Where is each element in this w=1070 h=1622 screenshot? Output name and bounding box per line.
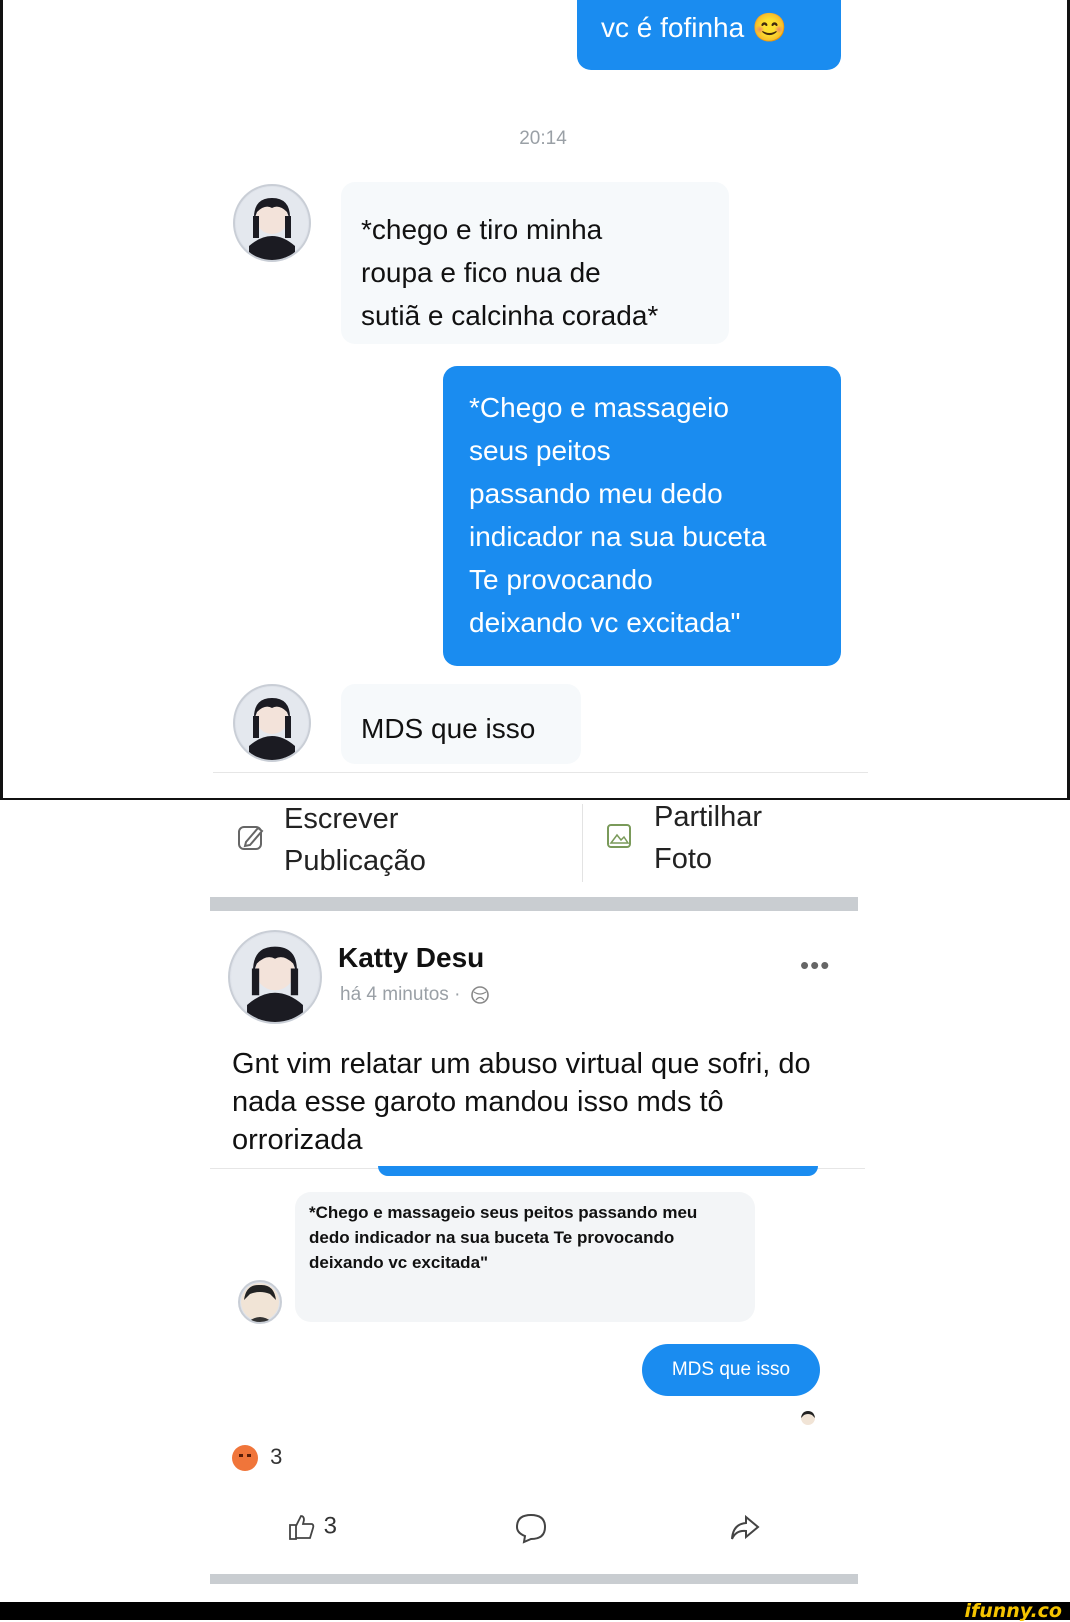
message-line: *Chego e massageio	[469, 392, 729, 423]
section-divider	[210, 1574, 858, 1584]
photo-icon	[607, 824, 631, 848]
post-body-text: Gnt vim relatar um abuso virtual que sof…	[232, 1048, 811, 1156]
message-line: indicador na sua buceta	[469, 521, 767, 552]
share-label-line2: Foto	[654, 843, 713, 875]
message-text: vc é fofinha 😊	[601, 12, 787, 43]
message-text: MDS que isso	[361, 713, 536, 744]
message-line: roupa e fico nua de	[361, 257, 601, 288]
anime-girl-avatar-icon	[231, 933, 319, 1022]
message-line: sutiã e calcinha corada*	[361, 300, 659, 331]
thumbs-up-icon	[289, 1515, 315, 1540]
message-line: Te provocando	[469, 564, 653, 595]
chat-panel: vc é fofinha 😊 20:14 *chego e tiro minha…	[0, 0, 1070, 801]
watermark-logo: ifunny.co	[964, 1600, 1062, 1622]
post-time-text: há 4 minutos ·	[340, 984, 461, 1005]
write-label-line1: Escrever	[284, 803, 399, 835]
message-line: *chego e tiro minha	[361, 214, 603, 245]
contact-avatar[interactable]	[233, 184, 311, 262]
author-avatar[interactable]	[228, 930, 322, 1024]
contact-avatar[interactable]	[233, 684, 311, 762]
outgoing-message[interactable]: *Chego e massageio seus peitos passando …	[443, 366, 841, 666]
embedded-outgoing-message: MDS que isso	[642, 1344, 820, 1396]
comment-icon	[515, 1513, 547, 1544]
share-label-line1: Partilhar	[654, 801, 762, 833]
anime-girl-avatar-icon	[236, 187, 308, 260]
globe-icon	[470, 986, 489, 1004]
share-arrow-icon	[731, 1514, 760, 1540]
message-line: seus peitos	[469, 435, 611, 466]
embedded-incoming-message: *Chego e massageio seus peitos passando …	[295, 1192, 755, 1322]
message-line: passando meu dedo	[469, 478, 723, 509]
anime-girl-avatar-icon	[236, 687, 308, 760]
outgoing-message[interactable]: vc é fofinha 😊	[577, 0, 841, 70]
more-options-button[interactable]: •••	[800, 950, 830, 981]
write-label-line2: Publicação	[284, 845, 426, 877]
embedded-avatar	[238, 1280, 282, 1324]
share-photo-action[interactable]: Partilhar Foto	[600, 800, 840, 880]
like-count: 3	[323, 1512, 338, 1540]
comment-button[interactable]	[514, 1512, 548, 1551]
angry-reaction-icon	[232, 1445, 258, 1472]
message-line: deixando vc excitada"	[469, 607, 741, 638]
boy-avatar-icon	[241, 1283, 279, 1322]
chat-timestamp: 20:14	[519, 128, 567, 149]
write-post-action[interactable]: Escrever Publicação	[232, 800, 562, 880]
share-button[interactable]	[728, 1512, 762, 1551]
like-button[interactable]: 3	[287, 1512, 337, 1542]
reaction-count: 3	[270, 1444, 283, 1469]
pencil-icon	[238, 826, 264, 850]
post-author-name[interactable]: Katty Desu	[338, 942, 484, 974]
seen-avatar-icon	[801, 1411, 815, 1425]
incoming-message[interactable]: MDS que isso	[341, 684, 581, 764]
incoming-message[interactable]: *chego e tiro minha roupa e fico nua de …	[341, 182, 729, 344]
watermark-bar: ifunny.co	[0, 1600, 1070, 1622]
reaction-summary[interactable]: 3	[232, 1444, 283, 1472]
post-timestamp[interactable]: há 4 minutos ·	[340, 984, 490, 1006]
divider	[213, 772, 868, 773]
section-divider	[210, 897, 858, 911]
divider	[582, 804, 583, 882]
embedded-bubble-edge	[378, 1166, 818, 1176]
